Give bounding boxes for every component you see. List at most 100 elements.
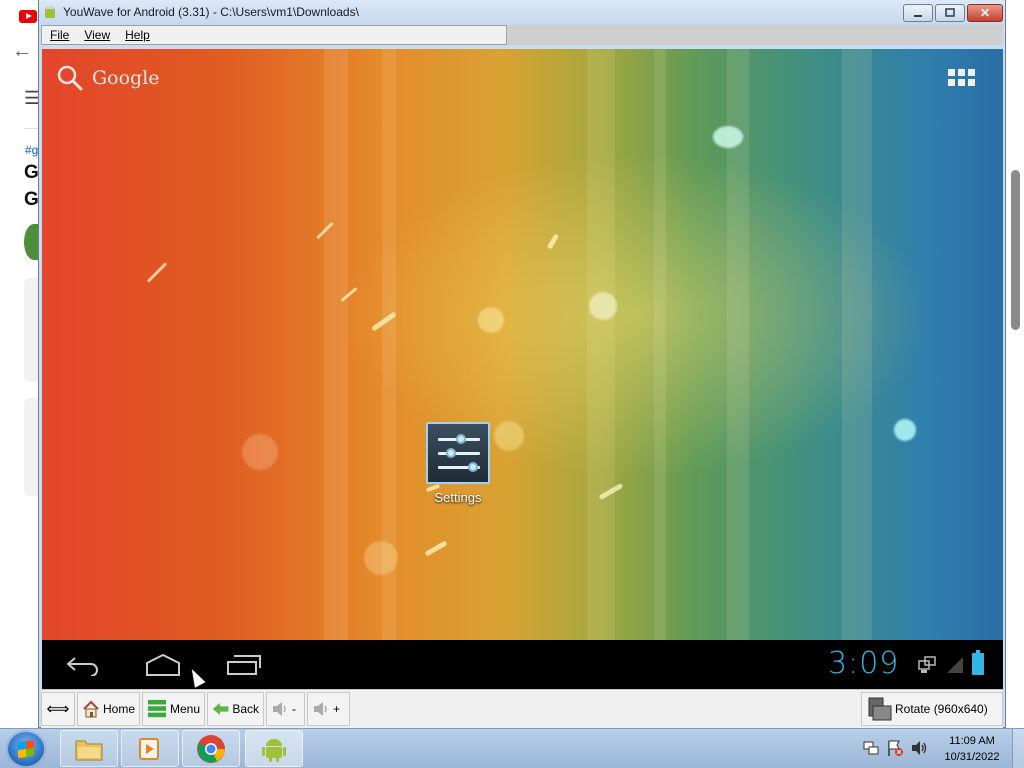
sync-arrows-icon — [918, 656, 936, 673]
window-title: YouWave for Android (3.31) - C:\Users\vm… — [63, 5, 359, 19]
wallpaper-particle — [494, 421, 524, 451]
recent-apps-icon — [227, 655, 261, 675]
wallpaper-particle — [364, 541, 398, 575]
menu-bar: File View Help — [41, 25, 1003, 45]
youwave-window: YouWave for Android (3.31) - C:\Users\vm… — [38, 0, 1006, 728]
toolbar-menu-button[interactable]: Menu — [142, 692, 205, 726]
android-app-icon — [45, 6, 55, 18]
system-tray — [862, 739, 928, 757]
back-arrow-icon — [66, 657, 98, 676]
show-desktop-button[interactable] — [1012, 729, 1024, 768]
toolbar-back-button[interactable]: Back — [207, 692, 264, 726]
android-screen[interactable]: Google Settings 3:09 — [42, 49, 1003, 689]
title-bar[interactable]: YouWave for Android (3.31) - C:\Users\vm… — [39, 0, 1005, 25]
taskbar-date: 10/31/2022 — [944, 751, 1000, 763]
settings-label: Settings — [434, 490, 482, 505]
menu-bars-icon — [147, 699, 167, 718]
slider-knob — [456, 434, 466, 444]
apps-grid-dot — [948, 69, 955, 76]
volume-down-label: - — [292, 702, 296, 716]
settings-shortcut[interactable]: Settings — [418, 422, 498, 505]
battery-icon — [972, 650, 984, 675]
wallpaper-streak — [587, 49, 615, 640]
android-navigation-bar: 3:09 — [42, 640, 1003, 689]
wallpaper-dash — [146, 262, 168, 283]
chrome-icon — [197, 734, 225, 763]
volume-down-button[interactable]: - — [266, 692, 305, 726]
apps-grid-dot — [948, 79, 955, 86]
windows-taskbar: 11:09 AM 10/31/2022 — [0, 728, 1024, 768]
apps-grid-dot — [968, 69, 975, 76]
menu-bar-items: File View Help — [41, 25, 507, 45]
wallpaper-particle — [589, 292, 617, 320]
maximize-icon — [945, 8, 955, 17]
page-scrollbar[interactable] — [1011, 170, 1020, 330]
wallpaper-dash — [546, 233, 560, 250]
video-title-fragment: G — [24, 162, 39, 183]
resize-arrows-icon: ⟺ — [46, 701, 70, 718]
wallpaper-particle — [713, 126, 743, 148]
apps-grid-dot — [958, 79, 965, 86]
google-search-bar[interactable]: Google — [56, 63, 160, 93]
wallpaper-dash — [424, 540, 448, 557]
wallpaper-streak — [842, 49, 872, 640]
taskbar-file-explorer[interactable] — [60, 730, 118, 767]
taskbar-media-player[interactable] — [121, 730, 179, 767]
hashtag-link[interactable]: #g — [25, 143, 38, 157]
network-icon[interactable] — [862, 739, 880, 757]
wallpaper-streak — [654, 49, 666, 640]
folder-icon — [75, 740, 103, 760]
apps-grid-dot — [968, 79, 975, 86]
toolbar-home-label: Home — [102, 702, 135, 716]
menu-help[interactable]: Help — [117, 28, 157, 42]
house-icon — [83, 700, 99, 718]
close-button[interactable]: ✕ — [967, 4, 1003, 22]
wallpaper — [42, 49, 1003, 640]
apps-grid-dot — [958, 69, 965, 76]
volume-up-button[interactable]: + — [307, 692, 350, 726]
settings-sliders-icon — [426, 422, 490, 484]
signal-strength-icon — [947, 657, 963, 673]
android-clock: 3:09 — [828, 646, 900, 681]
menu-view[interactable]: View — [76, 28, 117, 42]
browser-back-icon[interactable]: ← — [12, 40, 32, 63]
emulator-toolbar: ⟺ Home Menu Back - + Rotate (960x640) — [41, 689, 1003, 728]
close-icon: ✕ — [979, 6, 991, 20]
back-arrow-green-icon — [212, 702, 229, 716]
taskbar-time: 11:09 AM — [949, 735, 995, 747]
start-button[interactable] — [6, 730, 46, 768]
google-search-label: Google — [92, 67, 160, 89]
wallpaper-streak — [324, 49, 348, 640]
minimize-button[interactable] — [903, 4, 933, 22]
rotate-device-icon — [868, 697, 892, 721]
android-home-button[interactable] — [139, 648, 187, 682]
toolbar-home-button[interactable]: Home — [77, 692, 140, 726]
slider-line — [438, 452, 480, 455]
wallpaper-particle — [894, 419, 916, 441]
android-recents-button[interactable] — [220, 648, 268, 682]
volume-icon[interactable] — [910, 739, 928, 757]
taskbar-clock[interactable]: 11:09 AM 10/31/2022 — [940, 733, 1004, 765]
wallpaper-particle — [478, 307, 504, 333]
android-back-button[interactable] — [59, 648, 107, 682]
rotate-label: Rotate (960x640) — [895, 702, 988, 716]
minimize-icon — [914, 15, 922, 17]
android-robot-icon — [262, 738, 286, 762]
wallpaper-particle — [242, 434, 278, 470]
search-icon — [57, 65, 83, 91]
taskbar-youwave[interactable] — [245, 730, 303, 767]
menu-file[interactable]: File — [42, 28, 76, 42]
taskbar-chrome[interactable] — [182, 730, 240, 767]
rotate-button[interactable]: Rotate (960x640) — [861, 692, 1003, 726]
slider-knob — [446, 448, 456, 458]
toolbar-menu-label: Menu — [169, 702, 200, 716]
video-title-fragment: G — [24, 189, 39, 210]
slider-knob — [468, 462, 478, 472]
speaker-icon — [273, 702, 286, 716]
all-apps-button[interactable] — [948, 69, 976, 87]
action-center-flag-icon[interactable] — [886, 739, 904, 757]
home-icon — [146, 653, 180, 676]
maximize-button[interactable] — [935, 4, 965, 22]
media-player-icon — [139, 737, 159, 760]
resize-button[interactable]: ⟺ — [41, 692, 75, 726]
